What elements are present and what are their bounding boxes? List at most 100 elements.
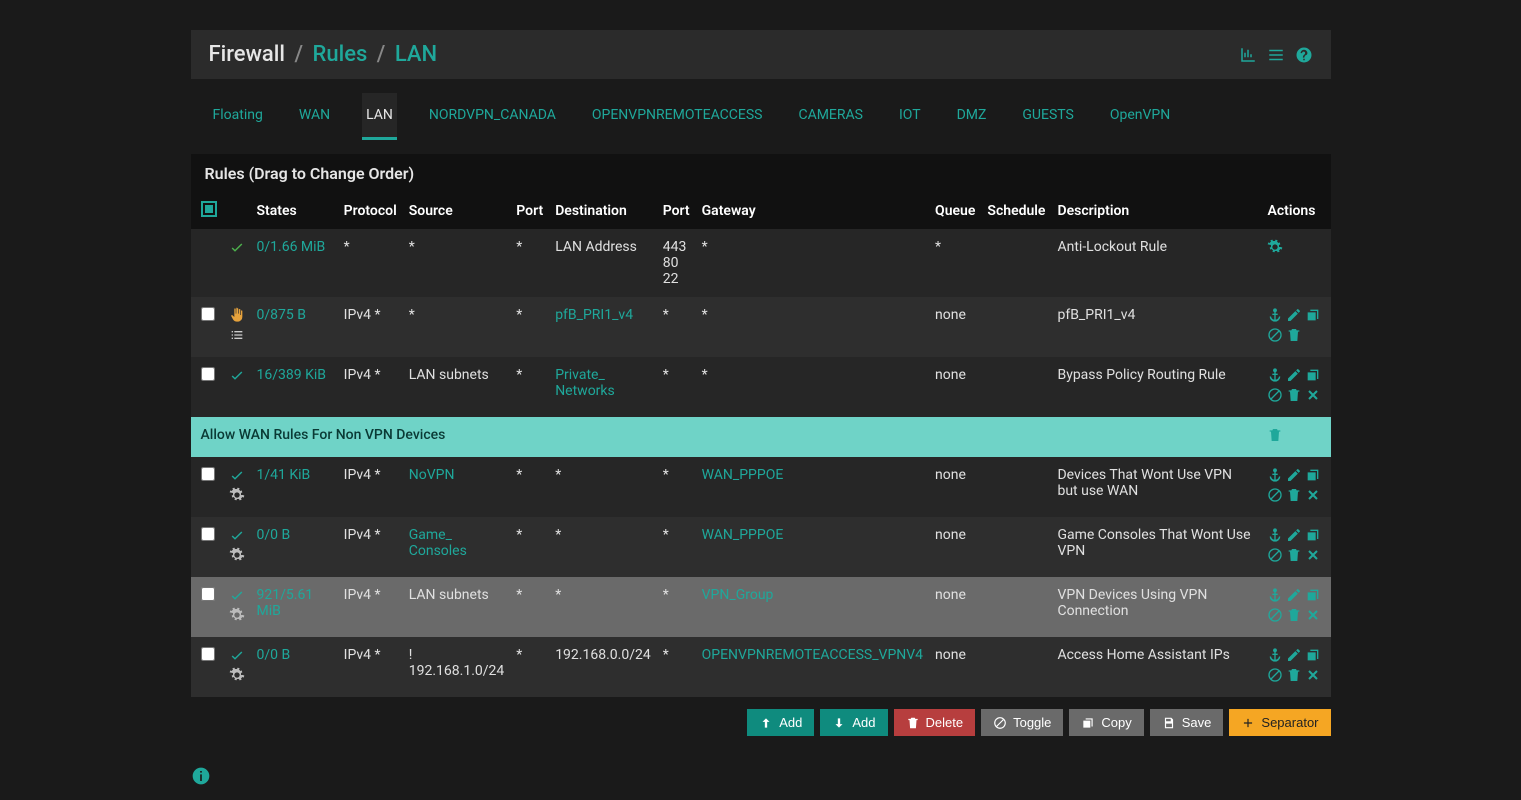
close-icon[interactable]	[1305, 607, 1321, 623]
gateway-link[interactable]: WAN_PPPOE	[702, 527, 784, 543]
copy-icon[interactable]	[1305, 527, 1321, 543]
delete-button[interactable]: Delete	[894, 709, 976, 736]
table-row[interactable]: 1/41 KiBIPv4 *NoVPN***WAN_PPPOEnoneDevic…	[191, 457, 1331, 517]
table-row[interactable]: 921/5.61 MiBIPv4 *LAN subnets***VPN_Grou…	[191, 577, 1331, 637]
rule-description: VPN Devices Using VPN Connection	[1051, 577, 1261, 637]
table-row[interactable]: 0/875 BIPv4 ***pfB_PRI1_v4**nonepfB_PRI1…	[191, 297, 1331, 357]
anchor-icon[interactable]	[1267, 367, 1283, 383]
row-checkbox[interactable]	[201, 647, 215, 661]
help-icon[interactable]	[1295, 46, 1313, 64]
disable-icon[interactable]	[1267, 607, 1283, 623]
source-link[interactable]: Game_Consoles	[409, 527, 467, 559]
table-row[interactable]: Allow WAN Rules For Non VPN Devices	[191, 417, 1331, 457]
anchor-icon[interactable]	[1267, 587, 1283, 603]
delete-icon[interactable]	[1286, 387, 1302, 403]
tab-guests[interactable]: GUESTS	[1018, 93, 1077, 140]
breadcrumb-root: Firewall	[209, 42, 285, 67]
select-all-checkbox[interactable]	[201, 201, 217, 217]
dest-link[interactable]: Private_Networks	[555, 367, 615, 399]
delete-icon[interactable]	[1286, 487, 1302, 503]
gateway-link[interactable]: OPENVPNREMOTEACCESS_VPNV4	[702, 647, 923, 663]
table-row[interactable]: 0/0 BIPv4 *!192.168.1.0/24*192.168.0.0/2…	[191, 637, 1331, 697]
copy-button[interactable]: Copy	[1069, 709, 1143, 736]
edit-icon[interactable]	[1286, 587, 1302, 603]
anchor-icon[interactable]	[1267, 647, 1283, 663]
row-checkbox[interactable]	[201, 467, 215, 481]
save-icon	[1162, 716, 1176, 730]
tab-dmz[interactable]: DMZ	[953, 93, 991, 140]
tab-iot[interactable]: IOT	[895, 93, 925, 140]
breadcrumb: Firewall / Rules / LAN	[209, 42, 438, 67]
table-row[interactable]: 0/0 BIPv4 *Game_Consoles***WAN_PPPOEnone…	[191, 517, 1331, 577]
anchor-icon[interactable]	[1267, 307, 1283, 323]
tab-openvpnremoteaccess[interactable]: OPENVPNREMOTEACCESS	[588, 93, 767, 140]
copy-icon[interactable]	[1305, 647, 1321, 663]
rule-description: Access Home Assistant IPs	[1051, 637, 1261, 697]
edit-icon[interactable]	[1286, 467, 1302, 483]
disable-icon[interactable]	[1267, 547, 1283, 563]
tab-wan[interactable]: WAN	[295, 93, 334, 140]
disable-icon[interactable]	[1267, 487, 1283, 503]
info-icon[interactable]	[191, 766, 211, 786]
states-link[interactable]: 0/0 B	[257, 647, 291, 663]
copy-icon[interactable]	[1305, 307, 1321, 323]
copy-icon[interactable]	[1305, 467, 1321, 483]
delete-icon[interactable]	[1286, 607, 1302, 623]
log-icon[interactable]	[1267, 46, 1285, 64]
states-link[interactable]: 0/0 B	[257, 527, 291, 543]
anchor-icon[interactable]	[1267, 527, 1283, 543]
states-link[interactable]: 1/41 KiB	[257, 467, 311, 483]
dest-link[interactable]: pfB_PRI1_v4	[555, 307, 633, 323]
disable-icon[interactable]	[1267, 327, 1283, 343]
tab-openvpn[interactable]: OpenVPN	[1106, 93, 1174, 140]
row-checkbox[interactable]	[201, 307, 215, 321]
tab-cameras[interactable]: CAMERAS	[794, 93, 867, 140]
tab-nordvpn_canada[interactable]: NORDVPN_CANADA	[425, 93, 560, 140]
add-top-button[interactable]: Add	[747, 709, 814, 736]
row-actions	[1261, 637, 1330, 697]
delete-icon[interactable]	[1286, 547, 1302, 563]
separator-button[interactable]: Separator	[1229, 709, 1330, 736]
separator-label: Allow WAN Rules For Non VPN Devices	[191, 417, 1262, 457]
edit-icon[interactable]	[1286, 307, 1302, 323]
states-link[interactable]: 0/875 B	[257, 307, 306, 323]
copy-icon[interactable]	[1305, 367, 1321, 383]
row-checkbox[interactable]	[201, 587, 215, 601]
edit-icon[interactable]	[1286, 527, 1302, 543]
stats-icon[interactable]	[1239, 46, 1257, 64]
plus-icon	[1241, 716, 1255, 730]
row-checkbox[interactable]	[201, 527, 215, 541]
delete-icon[interactable]	[1286, 667, 1302, 683]
save-button[interactable]: Save	[1150, 709, 1224, 736]
close-icon[interactable]	[1305, 667, 1321, 683]
column-header: Gateway	[696, 193, 929, 229]
states-link[interactable]: 16/389 KiB	[257, 367, 327, 383]
gateway-link[interactable]: WAN_PPPOE	[702, 467, 784, 483]
tab-lan[interactable]: LAN	[362, 93, 397, 140]
close-icon[interactable]	[1305, 387, 1321, 403]
edit-icon[interactable]	[1286, 647, 1302, 663]
row-checkbox[interactable]	[201, 367, 215, 381]
close-icon[interactable]	[1305, 487, 1321, 503]
edit-icon[interactable]	[1286, 367, 1302, 383]
states-link[interactable]: 0/1.66 MiB	[257, 239, 326, 255]
column-header: Port	[657, 193, 696, 229]
breadcrumb-lan[interactable]: LAN	[395, 42, 437, 67]
copy-icon[interactable]	[1305, 587, 1321, 603]
states-link[interactable]: 921/5.61 MiB	[257, 587, 314, 619]
toggle-button[interactable]: Toggle	[981, 709, 1063, 736]
delete-icon[interactable]	[1267, 427, 1283, 443]
table-row[interactable]: 0/1.66 MiB***LAN Address4438022**Anti-Lo…	[191, 229, 1331, 297]
column-header: States	[251, 193, 338, 229]
disable-icon[interactable]	[1267, 387, 1283, 403]
breadcrumb-rules[interactable]: Rules	[313, 42, 368, 67]
gateway-link[interactable]: VPN_Group	[702, 587, 774, 603]
table-row[interactable]: 16/389 KiBIPv4 *LAN subnets*Private_Netw…	[191, 357, 1331, 417]
disable-icon[interactable]	[1267, 667, 1283, 683]
tab-floating[interactable]: Floating	[209, 93, 267, 140]
delete-icon[interactable]	[1286, 327, 1302, 343]
close-icon[interactable]	[1305, 547, 1321, 563]
anchor-icon[interactable]	[1267, 467, 1283, 483]
source-link[interactable]: NoVPN	[409, 467, 455, 483]
add-bottom-button[interactable]: Add	[820, 709, 887, 736]
